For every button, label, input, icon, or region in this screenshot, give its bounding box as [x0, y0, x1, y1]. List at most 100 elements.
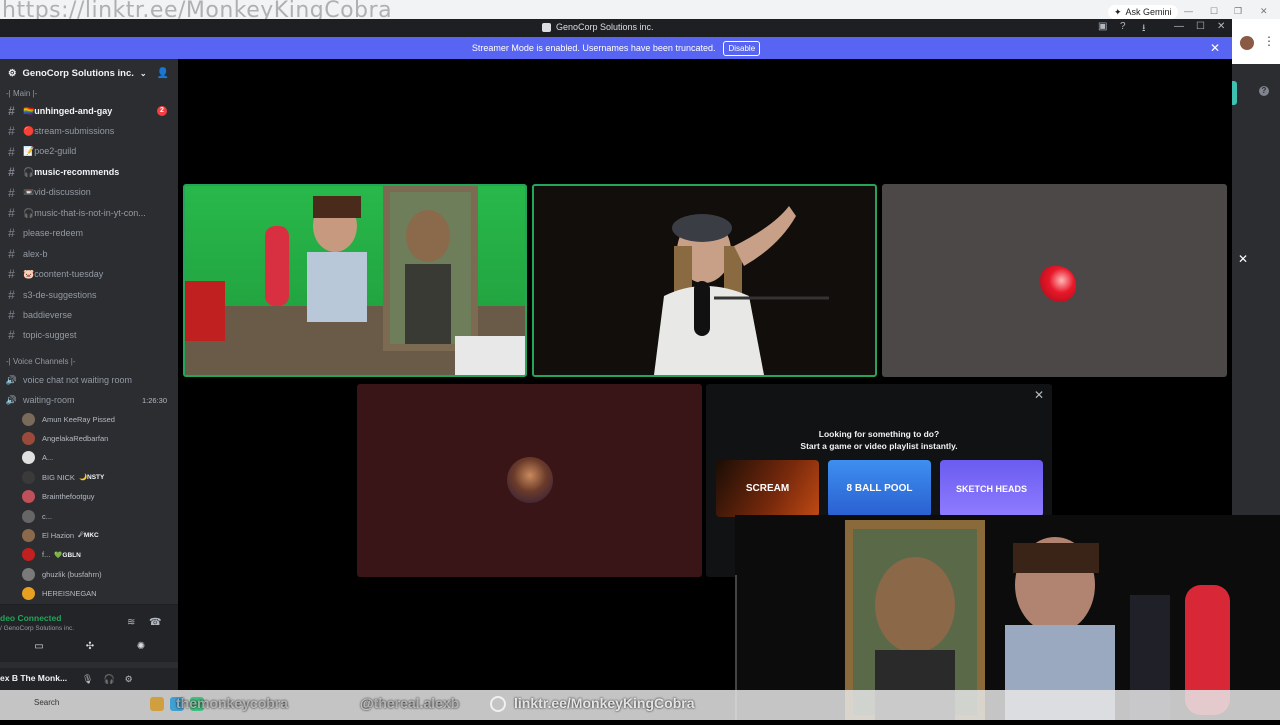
voice-user-name: Amun KeeRay Pissed [42, 414, 115, 424]
voice-user[interactable]: A... [22, 449, 172, 467]
disable-streamer-mode-button[interactable]: Disable [723, 40, 761, 56]
avatar [22, 470, 35, 484]
avatar [22, 548, 35, 562]
video-tile-4[interactable] [357, 384, 702, 577]
video-tile-1[interactable] [183, 184, 527, 377]
voice-user[interactable]: c... [22, 507, 172, 525]
profile-avatar[interactable] [1240, 36, 1254, 50]
voice-user[interactable]: ghuzlik (busfahrn) [22, 565, 172, 583]
hash-icon: # [8, 144, 15, 159]
close-icon[interactable]: ✕ [1260, 6, 1268, 17]
download-icon[interactable]: ⭳ [1142, 21, 1146, 38]
voice-user[interactable]: HEREISNEGAN [22, 585, 172, 603]
video-tile-2[interactable] [532, 184, 877, 377]
sparkle-icon: ✦ [1114, 6, 1122, 17]
voice-channel-item[interactable]: 🔊 waiting-room 1:26:30 [0, 390, 178, 410]
chevron-down-icon: ⌄ [139, 68, 147, 78]
speaker-icon: 🔊 [5, 394, 18, 405]
activity-card-scream[interactable]: SCREAM [716, 460, 819, 517]
minimize-icon[interactable]: — [1174, 21, 1184, 32]
help-icon[interactable]: ? [1259, 86, 1269, 96]
close-icon[interactable]: ✕ [1210, 41, 1220, 55]
channel-item[interactable]: # s3-de-suggestions [0, 285, 178, 305]
mic-icon[interactable]: 🎙 [82, 674, 103, 684]
minimize-icon[interactable]: — [1184, 6, 1193, 16]
noise-suppression-icon[interactable]: ≋ [127, 617, 135, 628]
soundboard-button[interactable]: ✺ [119, 641, 163, 657]
hash-icon: # [8, 226, 15, 241]
voice-timer: 1:26:30 [141, 396, 167, 406]
voice-location: / GenoCorp Solutions inc. [0, 625, 75, 632]
voice-channel-item[interactable]: 🔊 voice chat not waiting room [0, 370, 178, 390]
folder-icon[interactable] [150, 697, 164, 711]
category-main[interactable]: -| Main |- [6, 89, 37, 98]
server-header[interactable]: ⚙ GenoCorp Solutions inc. ⌄ 👤 [0, 59, 178, 87]
disconnect-icon[interactable]: ☎ [149, 617, 161, 628]
channel-label: topic-suggest [23, 330, 77, 341]
close-icon[interactable]: ✕ [1034, 388, 1044, 402]
overlay-handle-a: themonkeycobra [176, 695, 289, 711]
voice-connection-panel: deo Connected / GenoCorp Solutions inc. … [0, 604, 178, 662]
category-voice[interactable]: -| Voice Channels |- [6, 357, 76, 366]
voice-user[interactable]: BIG NICK 🌙NSTY [22, 468, 172, 486]
restore-icon[interactable]: ❐ [1234, 6, 1242, 17]
channel-label: baddieverse [23, 310, 73, 320]
username[interactable]: ex B The Monk... [0, 673, 67, 683]
channel-item[interactable]: # topic-suggest [0, 325, 178, 345]
maximize-icon[interactable]: ☐ [1210, 6, 1218, 17]
hash-icon: # [8, 267, 15, 282]
voice-user-name: HEREISNEGAN [42, 589, 97, 599]
channel-label: 🎧music-that-is-not-in-yt-con... [23, 207, 146, 218]
ask-gemini-button[interactable]: ✦ Ask Gemini [1108, 5, 1178, 19]
channel-item[interactable]: # 🐷coontent-tuesday [0, 264, 178, 284]
gear-icon: ⚙ [8, 67, 17, 79]
avatar [22, 490, 35, 504]
camera-feed-1 [185, 186, 525, 375]
user-tag: 💚GBLN [54, 551, 81, 559]
voice-user[interactable]: Brainthefootguy [22, 488, 172, 506]
channel-item[interactable]: # 🏳️‍🌈unhinged-and-gay 2 [0, 101, 178, 121]
voice-user[interactable]: El Hazion ☄MKC [22, 526, 172, 544]
voice-user[interactable]: Amun KeeRay Pissed [22, 410, 172, 428]
close-icon[interactable]: ✕ [1217, 21, 1225, 32]
more-icon[interactable]: ⋮ [1263, 34, 1275, 48]
avatar [22, 528, 35, 542]
channel-item[interactable]: # 📼vid-discussion [0, 183, 178, 203]
hash-icon: # [8, 124, 15, 139]
hash-icon: # [8, 185, 15, 200]
channel-item[interactable]: # 🔴stream-submissions [0, 121, 178, 141]
channel-item[interactable]: # baddieverse [0, 305, 178, 325]
activity-button[interactable]: ✣ [68, 641, 112, 657]
camera-button[interactable]: ▭ [17, 641, 61, 657]
avatar [507, 457, 553, 503]
add-user-icon[interactable]: 👤 [157, 68, 169, 79]
channel-label: 📝poe2-guild [23, 146, 77, 157]
maximize-icon[interactable]: ☐ [1196, 21, 1205, 32]
camera-feed-2 [654, 206, 829, 375]
avatar [22, 587, 35, 601]
activity-card-sketch-heads[interactable]: SKETCH HEADS [940, 460, 1043, 517]
activity-card-8-ball-pool[interactable]: 8 BALL POOL [828, 460, 931, 517]
voice-user-name: Brainthefootguy [42, 492, 95, 502]
help-icon[interactable]: ? [1120, 21, 1126, 32]
screen-icon[interactable]: ▣ [1098, 21, 1107, 32]
channel-item[interactable]: # 🎧music-that-is-not-in-yt-con... [0, 203, 178, 223]
user-tag: ☄MKC [78, 532, 99, 540]
channel-label: 🏳️‍🌈unhinged-and-gay [23, 105, 113, 116]
gear-icon[interactable]: ⚙ [125, 674, 143, 684]
headphones-icon[interactable]: 🎧 [103, 674, 124, 684]
close-icon[interactable]: ✕ [1238, 252, 1248, 266]
hash-icon: # [8, 104, 15, 118]
hash-icon: # [8, 328, 15, 343]
voice-user[interactable]: AngelakaRedbarfan [22, 429, 172, 447]
channel-item[interactable]: # 🎧music-recommends [0, 162, 178, 182]
voice-channel-label: voice chat not waiting room [23, 375, 133, 385]
hash-icon: # [8, 287, 15, 302]
channel-item[interactable]: # 📝poe2-guild [0, 142, 178, 162]
channel-item[interactable]: # please-redeem [0, 223, 178, 243]
channel-item[interactable]: # alex-b [0, 244, 178, 264]
voice-user[interactable]: f... 💚GBLN [22, 546, 172, 564]
taskbar-search[interactable]: Search [34, 698, 59, 707]
video-tile-3[interactable] [882, 184, 1227, 377]
voice-user-name: BIG NICK [42, 472, 75, 482]
